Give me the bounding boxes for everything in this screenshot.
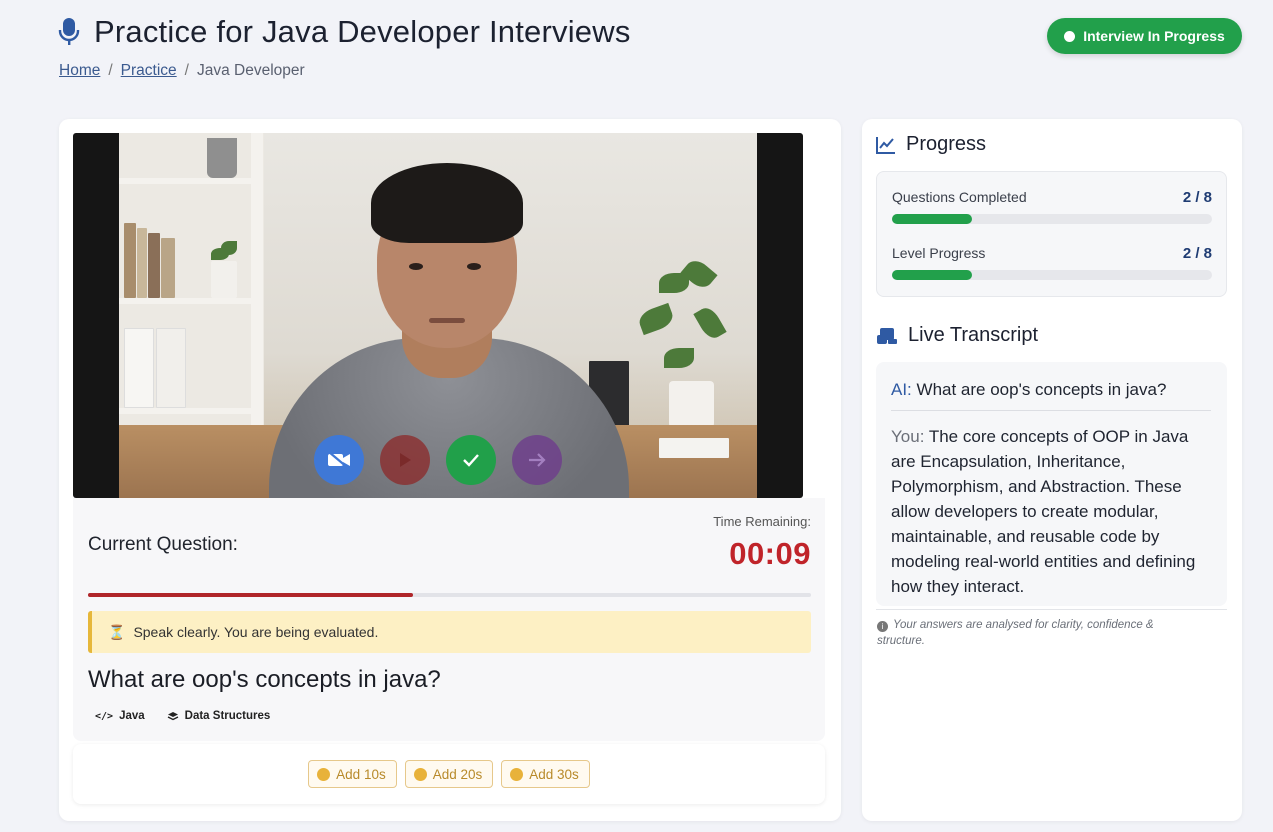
transcript-ai-message: AI: What are oop's concepts in java? <box>891 380 1211 400</box>
transcript-box: AI: What are oop's concepts in java? You… <box>876 362 1227 606</box>
breadcrumb-separator: / <box>184 62 189 79</box>
evaluation-notice: ⏳ Speak clearly. You are being evaluated… <box>88 611 811 653</box>
timer-progress-bar <box>88 593 811 597</box>
play-icon <box>400 453 411 467</box>
question-panel: Current Question: Time Remaining: 00:09 … <box>73 498 825 741</box>
ai-speaker-label: AI: <box>891 380 912 399</box>
tag-label: Java <box>119 710 145 722</box>
camera-off-icon <box>328 451 350 469</box>
clock-icon <box>413 767 427 781</box>
user-message-text: The core concepts of OOP in Java are Enc… <box>891 427 1196 596</box>
time-remaining-value: 00:09 <box>729 536 811 571</box>
add-time-label: Add 10s <box>336 766 386 782</box>
add-time-bar: Add 10s Add 20s Add 30s <box>73 744 825 804</box>
questions-progress-bar <box>892 214 1212 224</box>
questions-completed-row: Questions Completed 2 / 8 <box>892 189 1212 224</box>
notice-text: Speak clearly. You are being evaluated. <box>133 624 379 640</box>
questions-completed-value: 2 / 8 <box>1182 189 1212 206</box>
breadcrumb-current: Java Developer <box>196 62 305 79</box>
clock-icon <box>317 767 331 781</box>
question-tags: </> Java Data Structures <box>95 710 270 722</box>
add-10s-button[interactable]: Add 10s <box>308 760 397 788</box>
level-progress-bar <box>892 270 1212 280</box>
progress-title: Progress <box>906 133 987 155</box>
breadcrumb: Home / Practice / Java Developer <box>59 62 305 80</box>
transcript-title: Live Transcript <box>908 324 1039 346</box>
tag-data-structures: Data Structures <box>167 710 271 722</box>
arrow-right-icon <box>529 453 546 467</box>
progress-box: Questions Completed 2 / 8 Level Progress… <box>876 171 1227 297</box>
chart-line-icon <box>876 136 895 154</box>
timer-progress-fill <box>88 593 414 597</box>
candidate-video-image <box>119 133 757 498</box>
breadcrumb-home[interactable]: Home <box>59 62 100 80</box>
clock-icon <box>510 767 524 781</box>
camera-toggle-button[interactable] <box>314 435 364 485</box>
microphone-icon <box>58 18 80 45</box>
submit-answer-button[interactable] <box>446 435 496 485</box>
level-progress-value: 2 / 8 <box>1182 245 1212 262</box>
sidebar-panel: Progress Questions Completed 2 / 8 Level… <box>862 119 1242 821</box>
next-question-button[interactable] <box>512 435 562 485</box>
code-icon: </> <box>95 710 114 722</box>
status-badge: Interview In Progress <box>1047 18 1242 54</box>
layers-icon <box>167 711 178 720</box>
ai-message-text: What are oop's concepts in java? <box>916 380 1167 399</box>
level-progress-row: Level Progress 2 / 8 <box>892 245 1212 280</box>
time-remaining-label: Time Remaining: <box>713 514 811 529</box>
progress-header: Progress <box>876 133 986 156</box>
questions-progress-fill <box>892 214 972 224</box>
hourglass-icon: ⏳ <box>108 623 126 640</box>
scroll-icon <box>877 327 897 344</box>
page-title: Practice for Java Developer Interviews <box>94 14 631 49</box>
add-time-label: Add 20s <box>432 766 483 782</box>
transcript-user-message: You: The core concepts of OOP in Java ar… <box>891 424 1213 599</box>
breadcrumb-separator: / <box>108 62 113 79</box>
status-label: Interview In Progress <box>1083 28 1225 44</box>
status-dot-icon <box>1064 30 1076 42</box>
current-question-label: Current Question: <box>88 534 238 555</box>
level-progress-fill <box>892 270 972 280</box>
add-time-label: Add 30s <box>529 766 579 782</box>
video-feed <box>73 133 803 498</box>
tag-java: </> Java <box>95 710 145 722</box>
question-text: What are oop's concepts in java? <box>88 666 441 693</box>
check-icon <box>463 454 479 467</box>
breadcrumb-practice[interactable]: Practice <box>121 62 177 80</box>
add-30s-button[interactable]: Add 30s <box>501 760 590 788</box>
add-20s-button[interactable]: Add 20s <box>404 760 494 788</box>
footnote-divider <box>876 609 1227 610</box>
interview-panel: Current Question: Time Remaining: 00:09 … <box>59 119 841 821</box>
analysis-footnote: i Your answers are analysed for clarity, … <box>877 617 1197 649</box>
level-progress-label: Level Progress <box>892 245 986 261</box>
play-button[interactable] <box>380 435 430 485</box>
info-icon: i <box>877 621 888 632</box>
page-header: Practice for Java Developer Interviews <box>58 14 631 50</box>
transcript-header: Live Transcript <box>876 324 1038 347</box>
tag-label: Data Structures <box>184 710 271 722</box>
footnote-text: Your answers are analysed for clarity, c… <box>877 619 1154 647</box>
user-speaker-label: You: <box>891 427 925 446</box>
questions-completed-label: Questions Completed <box>892 189 1027 205</box>
transcript-divider <box>891 410 1211 411</box>
